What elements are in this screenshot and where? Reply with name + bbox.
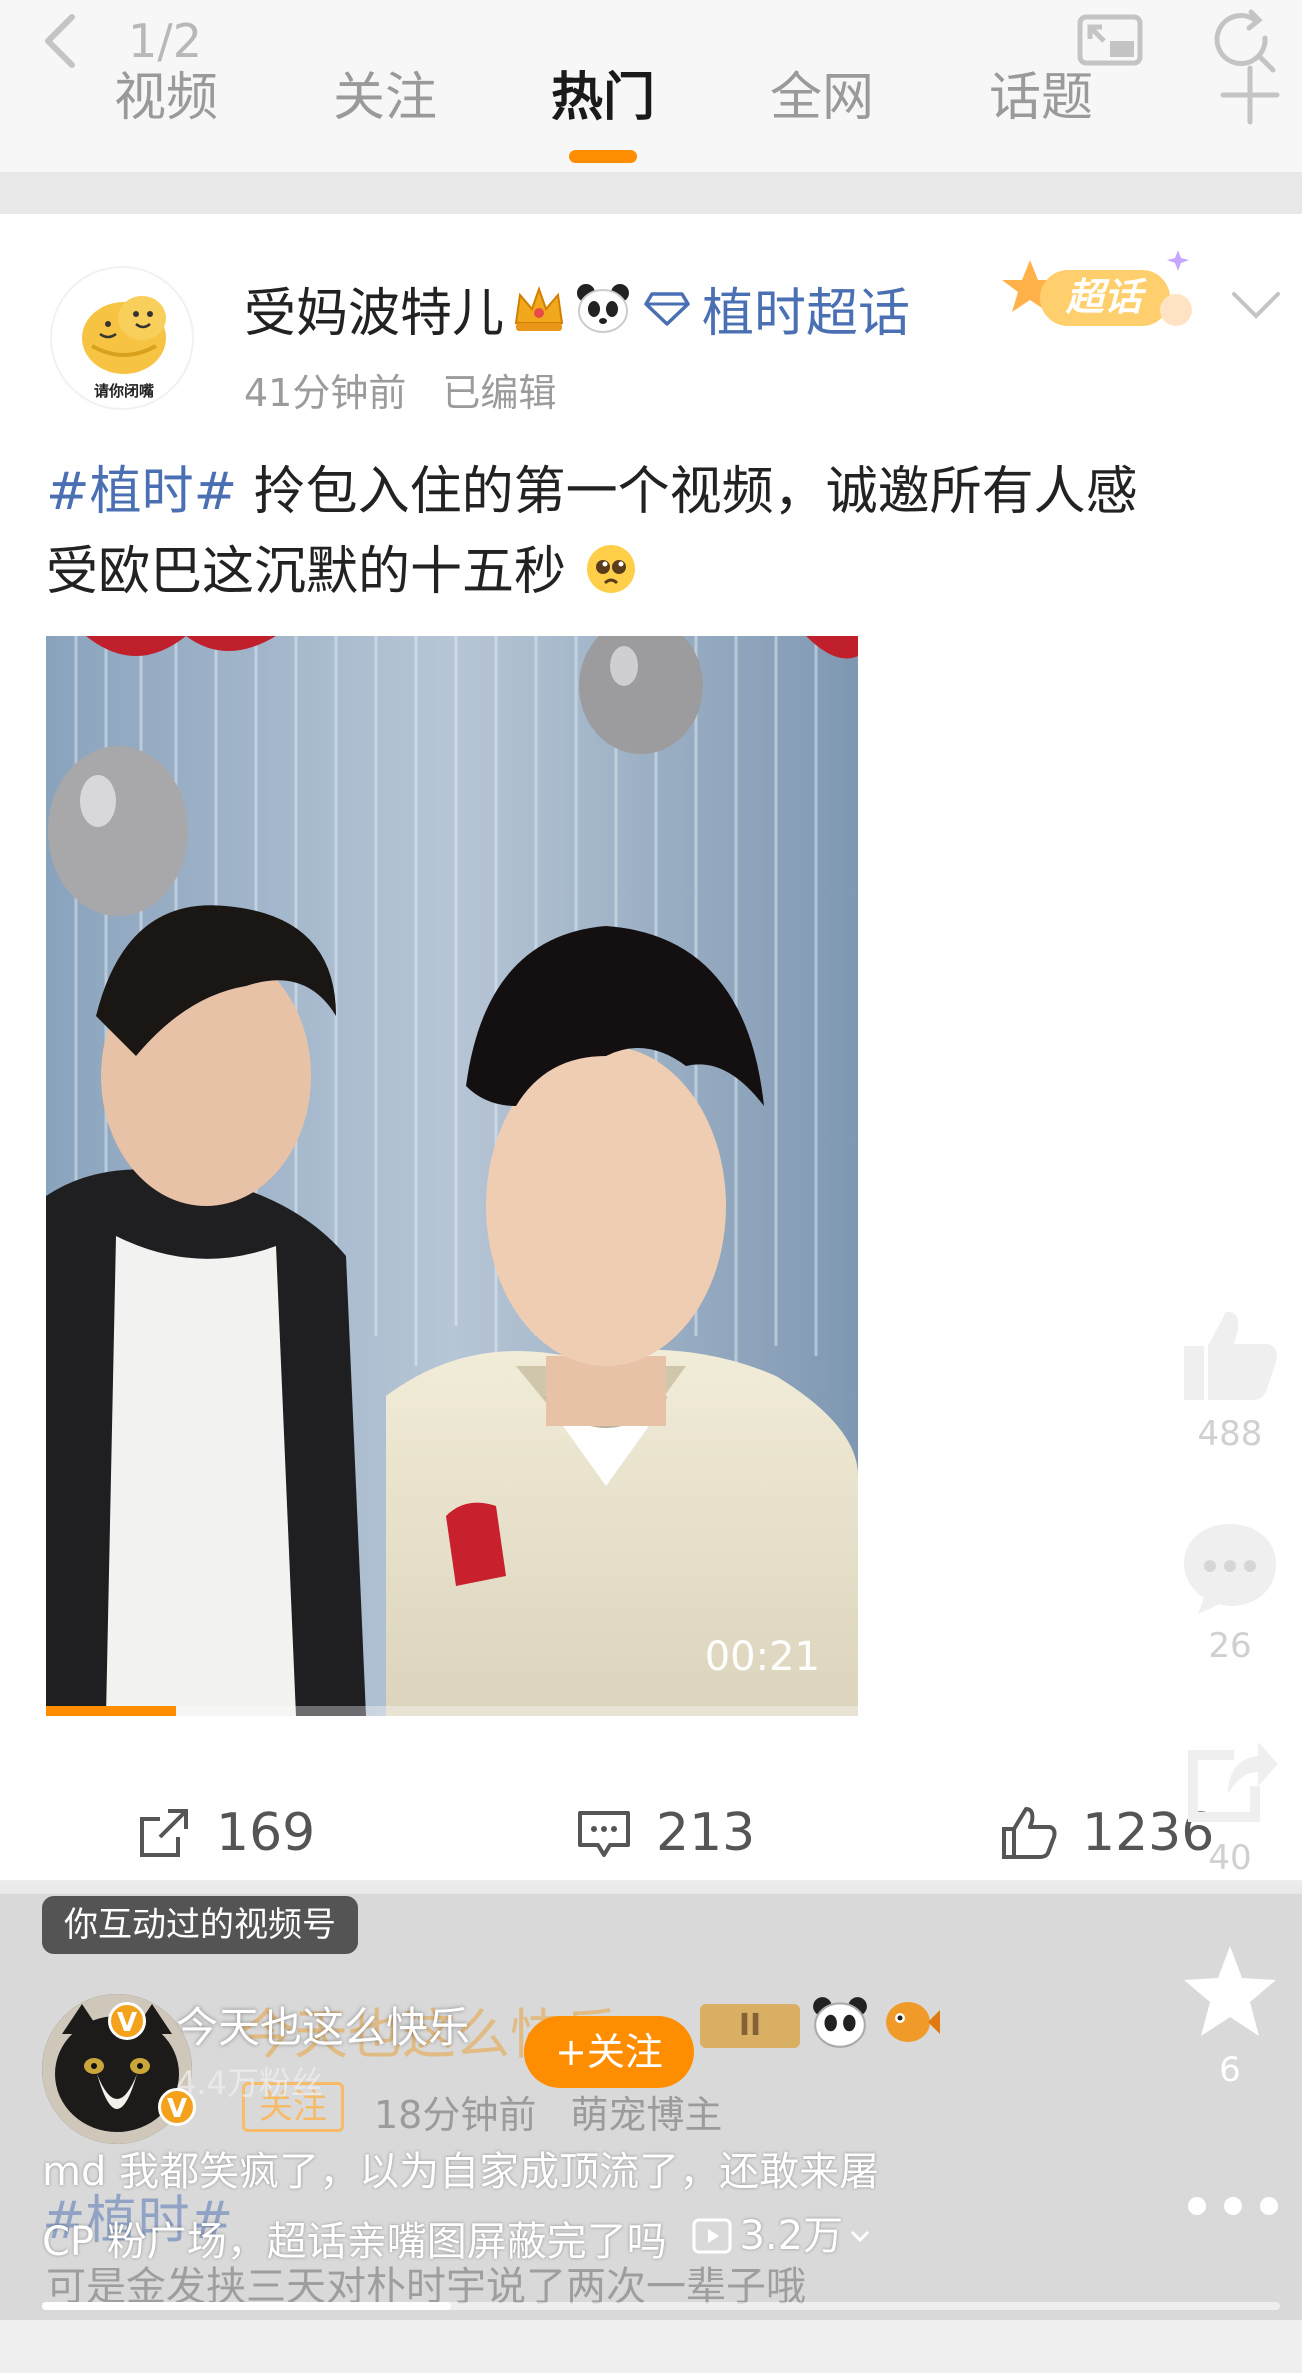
chevron-down-icon [851, 2230, 870, 2243]
crown-emoji-icon [514, 285, 564, 331]
tab-video[interactable]: 视频 [66, 58, 266, 138]
diamond-icon [644, 292, 690, 326]
share-icon [1188, 1742, 1278, 1822]
section-divider [0, 172, 1302, 214]
description-line1: md 我都笑疯了，以为自家成顶流了，还敢来屠 [42, 2149, 880, 2195]
ghost-role: 萌宠博主 [570, 2093, 723, 2137]
play-count-icon [692, 2218, 732, 2254]
video-thumbnail: . [46, 636, 858, 1716]
thumbs-up-icon [1002, 1807, 1057, 1859]
supertopic-badge-label: 超话 [1065, 275, 1147, 319]
author-line: 受妈波特儿 植时超话 [244, 270, 910, 346]
comment-bubble-icon [1184, 1524, 1276, 1614]
panda-emoji-icon [577, 284, 630, 333]
playback-scrubber-fill [42, 2302, 451, 2310]
rail-favorite-button[interactable]: 6 [1170, 1942, 1290, 2090]
comment-count: 213 [656, 1803, 756, 1863]
tab-hot[interactable]: 热门 [503, 58, 703, 138]
more-dot [1224, 2197, 1242, 2215]
rail-share-button[interactable]: 40 [1170, 1730, 1290, 1878]
rail-favorite-count: 6 [1219, 2050, 1241, 2090]
supertopic-link[interactable]: 植时超话 [702, 271, 910, 346]
rail-like-button[interactable]: 488 [1170, 1306, 1290, 1454]
post-hashtag[interactable]: #植时# [46, 462, 237, 522]
author-name[interactable]: 受妈波特儿 [244, 271, 504, 346]
ghost-panda-icon [813, 1997, 867, 2048]
follow-button[interactable]: +关注 [524, 2016, 694, 2088]
avatar-caption: 请你闭嘴 [94, 382, 154, 400]
top-navigation-bar: 1/2 视频 关注 热门 全网 话题 [0, 0, 1302, 172]
next-item-peek [0, 2320, 1302, 2373]
video-description: md 我都笑疯了，以为自家成顶流了，还敢来屠 CP 粉广场，超话亲嘴图屏蔽完了吗… [42, 2140, 1102, 2274]
rail-share-count: 40 [1208, 1838, 1252, 1878]
creator-fans: 4.4万粉丝 [176, 2064, 323, 2102]
repost-icon [140, 1809, 188, 1857]
interaction-tag: 你互动过的视频号 [42, 1896, 358, 1954]
creator-name[interactable]: 今天也这么快乐 [176, 1994, 470, 2055]
post-text-line1: 拎包入住的第一个视频，诚邀所有人感 [237, 462, 1138, 522]
star-icon [1184, 1946, 1276, 2036]
duck-avatar-icon: 请你闭嘴 [82, 296, 166, 400]
post-edited-flag: 已编辑 [442, 371, 557, 415]
view-count[interactable]: 3.2万 [691, 2204, 873, 2268]
post-time: 41分钟前 [244, 371, 407, 415]
description-line2: CP 粉广场，超话亲嘴图屏蔽完了吗 [42, 2219, 667, 2265]
comment-icon [578, 1811, 630, 1857]
plus-icon [1220, 65, 1280, 125]
ghost-fish-icon [886, 2002, 940, 2042]
pleading-emoji-icon [586, 545, 635, 593]
post-body: #植时# 拎包入住的第一个视频，诚邀所有人感 受欧巴这沉默的十五秒 [46, 452, 1256, 612]
view-count-value: 3.2万 [739, 2213, 844, 2259]
repost-count: 169 [216, 1803, 316, 1863]
post-meta: 41分钟前 已编辑 [244, 362, 556, 417]
supertopic-badge[interactable]: 超话 [1000, 246, 1200, 342]
verified-badge-icon: V [108, 2002, 146, 2040]
more-dot [1260, 2197, 1278, 2215]
video-progress-fill [46, 1706, 176, 1716]
rail-like-count: 488 [1197, 1414, 1263, 1454]
more-dot [1188, 2197, 1206, 2215]
ghost-time: 18分钟前 [374, 2093, 537, 2137]
post-menu-button[interactable] [1226, 280, 1286, 330]
author-avatar[interactable]: 请你闭嘴 [50, 266, 194, 410]
comment-button[interactable]: 213 [574, 1788, 755, 1878]
more-button[interactable] [1188, 2186, 1278, 2226]
chevron-down-icon [1232, 292, 1280, 319]
playback-scrubber[interactable] [42, 2302, 1280, 2310]
video-progress-track [46, 1706, 858, 1716]
post-text-line2: 受欧巴这沉默的十五秒 [46, 542, 567, 602]
feed-tabs: 视频 关注 热门 全网 话题 [0, 58, 1302, 138]
ghost-meta: 18分钟前 萌宠博主 [374, 2084, 722, 2139]
rail-comment-button[interactable]: 26 [1170, 1518, 1290, 1666]
add-tab-button[interactable] [1215, 60, 1285, 130]
tab-all-web[interactable]: 全网 [722, 58, 922, 138]
post-action-bar: 169 213 1236 [0, 1788, 1302, 1878]
weibo-video-feed: 1/2 视频 关注 热门 全网 话题 请你闭嘴 受妈波特儿 植时超话 超话 41… [0, 0, 1302, 2373]
thumbs-up-icon [1184, 1311, 1277, 1400]
rail-comment-count: 26 [1208, 1626, 1252, 1666]
video-player[interactable]: . 00:21 [46, 636, 858, 1716]
tab-following[interactable]: 关注 [285, 58, 485, 138]
video-duration: 00:21 [704, 1634, 820, 1680]
ghost-level-badge: II [700, 2004, 800, 2048]
active-tab-indicator [569, 150, 637, 163]
tab-topics[interactable]: 话题 [941, 58, 1141, 138]
repost-button[interactable]: 169 [134, 1788, 315, 1878]
